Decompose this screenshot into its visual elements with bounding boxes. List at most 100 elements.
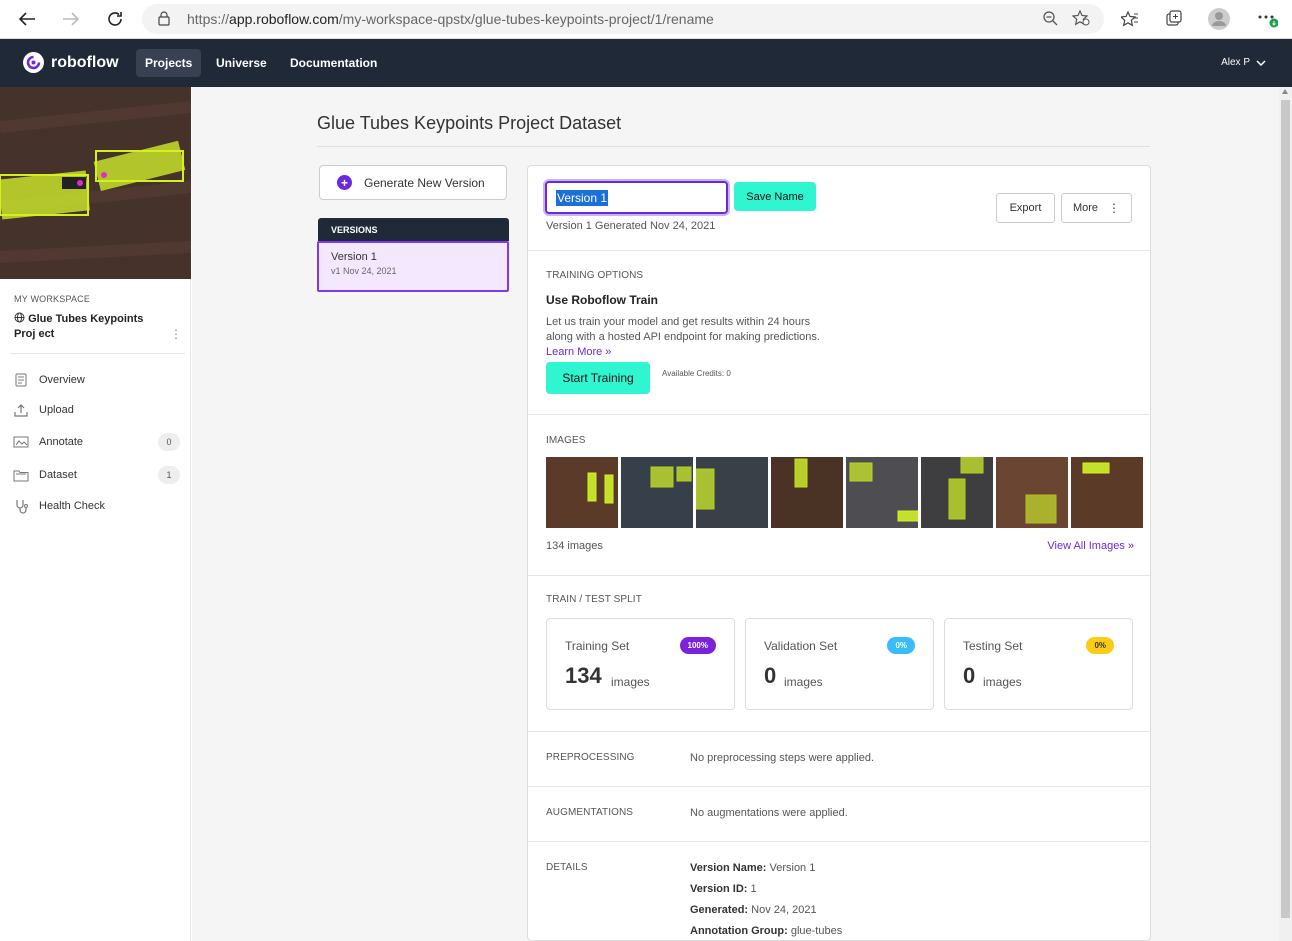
image-thumbnail[interactable] <box>771 457 843 528</box>
image-thumbnail[interactable] <box>621 457 693 528</box>
dataset-count: 1 <box>158 466 180 484</box>
details-label: DETAILS <box>546 862 588 873</box>
forward-arrow-icon <box>63 12 80 26</box>
nav-projects[interactable]: Projects <box>136 49 202 77</box>
training-set-card: Training Set 100% 134 images <box>546 618 735 710</box>
collections-icon[interactable] <box>1162 8 1186 30</box>
augmentations-label: AUGMENTATIONS <box>546 807 634 818</box>
detail-generated: Generated: Nov 24, 2021 <box>690 904 817 916</box>
project-thumbnail <box>0 87 191 279</box>
training-count: 134 <box>565 663 602 688</box>
generate-new-version-button[interactable]: + Generate New Version <box>319 165 507 200</box>
validation-set-card: Validation Set 0% 0 images <box>745 618 934 710</box>
main-content: Glue Tubes Keypoints Project Dataset + G… <box>192 87 1279 941</box>
preprocessing-section: PREPROCESSING No preprocessing steps wer… <box>528 731 1150 787</box>
profile-avatar-icon[interactable] <box>1207 8 1231 30</box>
image-thumbnail[interactable] <box>996 457 1068 528</box>
training-description: Let us train your model and get results … <box>546 316 820 358</box>
nav-universe[interactable]: Universe <box>207 49 276 77</box>
project-menu-icon[interactable]: ⋮ <box>170 327 182 341</box>
settings-more-icon[interactable] <box>1255 8 1279 30</box>
address-bar[interactable]: https://app.roboflow.com/my-workspace-qp… <box>142 4 1104 34</box>
learn-more-link[interactable]: Learn More » <box>546 346 611 358</box>
training-badge: 100% <box>679 637 716 654</box>
image-count: 134 images <box>546 540 603 552</box>
add-favorite-icon[interactable] <box>1072 10 1090 26</box>
sidebar-item-overview[interactable]: Overview <box>10 368 180 392</box>
export-button[interactable]: Export <box>996 193 1055 223</box>
reload-icon <box>108 12 122 26</box>
zoom-out-icon[interactable] <box>1042 10 1058 26</box>
image-thumbnail[interactable] <box>1071 457 1143 528</box>
sidebar-item-health-check[interactable]: Health Check <box>10 494 180 518</box>
lock-icon <box>158 11 170 26</box>
versions-header: VERSIONS <box>318 218 509 241</box>
images-section: IMAGES 134 images View All Images » <box>528 414 1150 576</box>
health-check-icon <box>10 498 32 514</box>
url-text: https://app.roboflow.com/my-workspace-qp… <box>187 11 714 27</box>
app-header: roboflow Projects Universe Documentation… <box>0 39 1292 87</box>
training-title: Use Roboflow Train <box>546 293 659 307</box>
version-detail-panel: Version 1 Save Name Version 1 Generated … <box>527 165 1151 941</box>
image-thumbnail[interactable] <box>546 457 618 528</box>
training-label: TRAINING OPTIONS <box>546 270 644 281</box>
image-thumbnail[interactable] <box>921 457 993 528</box>
overview-icon <box>10 372 32 388</box>
sidebar: MY WORKSPACE Glue Tubes Keypoints Proj e… <box>0 87 191 941</box>
training-section: TRAINING OPTIONS Use Roboflow Train Let … <box>528 250 1150 415</box>
image-thumbnail[interactable] <box>846 457 918 528</box>
chevron-down-icon <box>1256 59 1266 66</box>
version-item-name: Version 1 <box>331 251 377 263</box>
annotate-icon <box>10 434 32 450</box>
user-menu[interactable]: Alex P <box>1221 57 1266 68</box>
testing-badge: 0% <box>1086 637 1114 654</box>
page-title: Glue Tubes Keypoints Project Dataset <box>317 113 622 133</box>
sidebar-item-upload[interactable]: Upload <box>10 398 180 422</box>
user-name: Alex P <box>1221 57 1250 68</box>
sidebar-divider <box>10 353 185 354</box>
start-training-button[interactable]: Start Training <box>546 362 650 394</box>
upload-icon <box>10 402 32 418</box>
preprocessing-text: No preprocessing steps were applied. <box>690 752 875 764</box>
scroll-thumb[interactable] <box>1281 100 1290 918</box>
generated-date: Version 1 Generated Nov 24, 2021 <box>546 220 716 232</box>
detail-version-name: Version Name: Version 1 <box>690 862 816 874</box>
globe-icon <box>14 312 25 323</box>
details-section: DETAILS Version Name: Version 1 Version … <box>528 841 1150 940</box>
version-list-item[interactable]: Version 1 v1 Nov 24, 2021 <box>317 241 509 292</box>
annotate-count: 0 <box>158 433 180 451</box>
view-all-images-link[interactable]: View All Images » <box>1047 540 1134 552</box>
save-name-button[interactable]: Save Name <box>734 182 816 211</box>
dataset-icon <box>10 467 32 483</box>
scroll-up-icon[interactable] <box>1282 89 1288 94</box>
back-button[interactable] <box>14 7 40 31</box>
detail-annotation-group: Annotation Group: glue-tubes <box>690 925 843 937</box>
project-name[interactable]: Glue Tubes Keypoints Proj ect <box>14 312 166 342</box>
workspace-label: MY WORKSPACE <box>14 294 91 304</box>
testing-set-card: Testing Set 0% 0 images <box>944 618 1133 710</box>
kebab-icon: ⋮ <box>1108 201 1121 215</box>
sidebar-item-dataset[interactable]: Dataset 1 <box>10 463 180 487</box>
version-item-date: v1 Nov 24, 2021 <box>331 266 397 276</box>
roboflow-logo[interactable]: roboflow <box>23 52 119 73</box>
validation-badge: 0% <box>887 637 915 654</box>
sidebar-item-annotate[interactable]: Annotate 0 <box>10 430 180 454</box>
version-name-input[interactable]: Version 1 <box>545 181 728 214</box>
available-credits: Available Credits: 0 <box>662 369 731 378</box>
more-button[interactable]: More ⋮ <box>1061 193 1132 223</box>
forward-button[interactable] <box>58 7 84 31</box>
favorites-icon[interactable] <box>1118 8 1142 30</box>
roboflow-logo-icon <box>23 52 44 73</box>
augmentations-section: AUGMENTATIONS No augmentations were appl… <box>528 786 1150 842</box>
page-scrollbar[interactable] <box>1279 87 1292 941</box>
reload-button[interactable] <box>102 7 128 31</box>
brand-name: roboflow <box>51 53 119 71</box>
image-strip <box>546 457 1143 528</box>
image-thumbnail[interactable] <box>696 457 768 528</box>
preprocessing-label: PREPROCESSING <box>546 752 635 763</box>
testing-count: 0 <box>963 663 976 688</box>
plus-icon: + <box>337 175 352 190</box>
nav-documentation[interactable]: Documentation <box>281 49 386 77</box>
browser-toolbar: https://app.roboflow.com/my-workspace-qp… <box>0 0 1292 39</box>
back-arrow-icon <box>18 12 35 26</box>
